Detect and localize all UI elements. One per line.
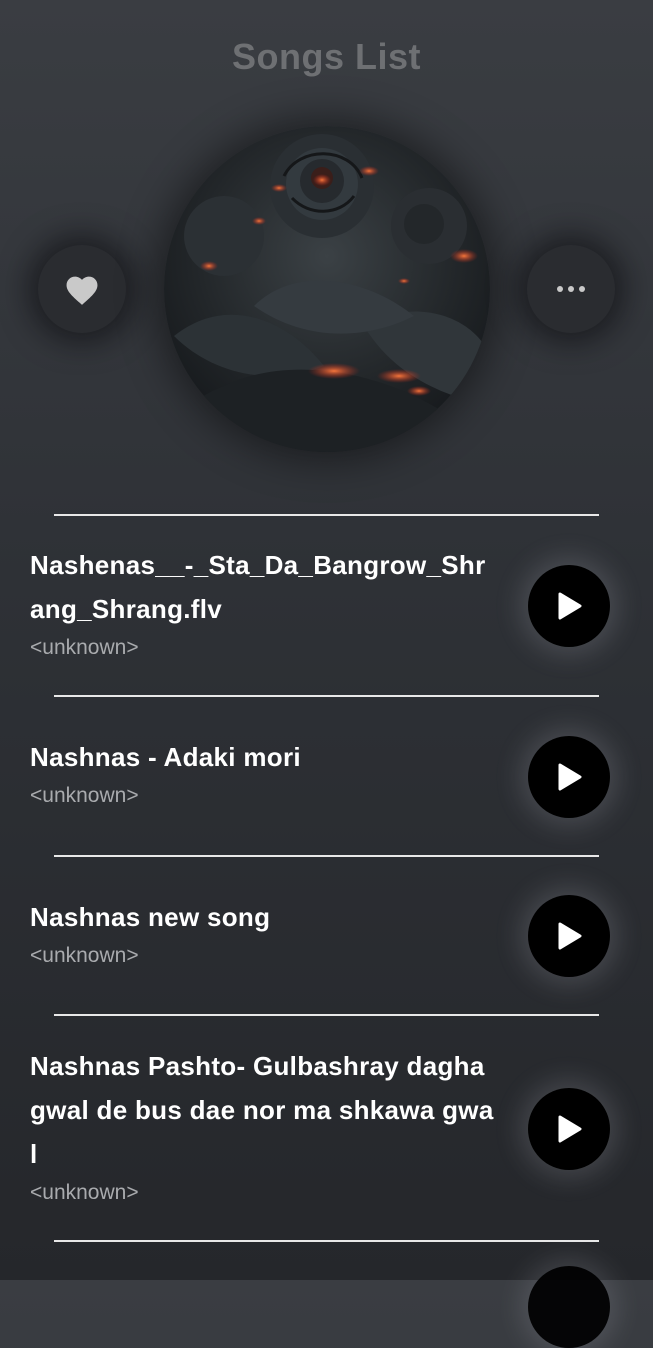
play-icon (558, 763, 582, 791)
divider (54, 1240, 599, 1242)
favorite-button[interactable] (38, 245, 126, 333)
song-artist: <unknown> (30, 636, 139, 659)
play-icon (558, 1115, 582, 1143)
list-item[interactable]: Nashnas new song <unknown> (30, 895, 500, 971)
divider (54, 1014, 599, 1016)
play-button[interactable] (528, 895, 610, 977)
play-button[interactable] (528, 565, 610, 647)
play-icon (558, 592, 582, 620)
play-button[interactable] (528, 736, 610, 818)
song-artist: <unknown> (30, 944, 139, 967)
song-title: Nashnas new song (30, 902, 271, 932)
list-item[interactable]: Nashenas__-_Sta_Da_Bangrow_Shrang_Shrang… (30, 543, 500, 663)
list-item[interactable]: Nashnas Pashto- Gulbashray dagha gwal de… (30, 1044, 500, 1208)
album-art-image (164, 126, 490, 452)
page-title: Songs List (231, 36, 421, 77)
more-options-button[interactable] (527, 245, 615, 333)
play-icon (558, 922, 582, 950)
album-cover (164, 126, 490, 452)
divider (54, 514, 599, 516)
song-artist: <unknown> (30, 1181, 139, 1204)
song-title: Nashenas__-_Sta_Da_Bangrow_Shrang_Shrang… (30, 550, 486, 624)
song-title: Nashnas - Adaki mori (30, 742, 301, 772)
divider (54, 855, 599, 857)
divider (54, 695, 599, 697)
play-button[interactable] (528, 1088, 610, 1170)
list-item[interactable]: Nashnas - Adaki mori <unknown> (30, 735, 500, 811)
more-horizontal-icon (557, 286, 585, 292)
play-button[interactable] (528, 1266, 610, 1348)
heart-icon (66, 276, 98, 305)
song-artist: <unknown> (30, 784, 139, 807)
song-title: Nashnas Pashto- Gulbashray dagha gwal de… (30, 1051, 494, 1169)
